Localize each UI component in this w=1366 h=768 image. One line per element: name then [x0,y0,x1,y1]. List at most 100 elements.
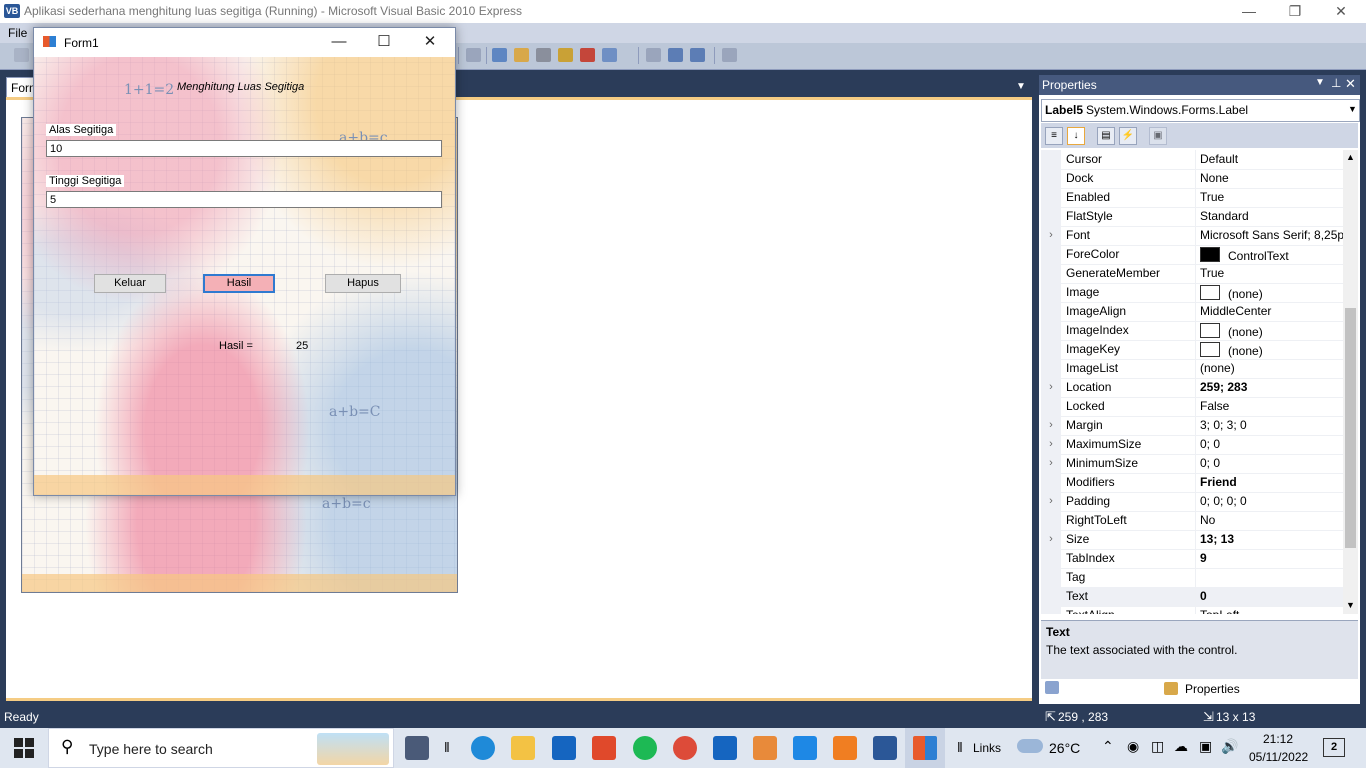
paint-icon[interactable] [753,736,777,760]
property-value[interactable]: 0; 0 [1200,456,1220,470]
property-row-size[interactable]: › Size 13; 13 [1041,530,1343,550]
property-value[interactable]: False [1200,399,1229,413]
tinggi-input[interactable]: 5 [46,191,442,208]
scroll-down-icon[interactable]: ▼ [1346,600,1355,610]
property-row-minimumsize[interactable]: › MinimumSize 0; 0 [1041,454,1343,474]
alphabetical-icon[interactable]: ↓ [1067,127,1085,145]
restore-button[interactable]: ❐ [1272,0,1318,23]
toolbar-properties-icon[interactable] [514,48,529,62]
network-icon[interactable]: ▣ [1199,738,1212,755]
property-value[interactable]: MiddleCenter [1200,304,1271,318]
property-row-imageindex[interactable]: ImageIndex (none) [1041,321,1343,341]
menu-file[interactable]: File [8,26,27,40]
vscode-icon[interactable] [793,736,817,760]
tab-solution-explorer[interactable]: Solution Explorer [1043,680,1161,698]
properties-view-icon[interactable]: ▤ [1097,127,1115,145]
property-row-flatstyle[interactable]: FlatStyle Standard [1041,207,1343,227]
property-row-font[interactable]: › Font Microsoft Sans Serif; 8,25pt [1041,226,1343,246]
toolbar-tools-icon[interactable] [536,48,551,62]
toolbar-solution-icon[interactable] [492,48,507,62]
property-row-dock[interactable]: Dock None [1041,169,1343,189]
tab-properties[interactable]: Properties [1161,680,1241,698]
property-row-cursor[interactable]: Cursor Default [1041,150,1343,170]
property-value[interactable]: Default [1200,152,1238,166]
property-row-imagealign[interactable]: ImageAlign MiddleCenter [1041,302,1343,322]
chrome-icon[interactable] [673,736,697,760]
toolbar-window-icon[interactable] [602,48,617,62]
minimize-button[interactable]: — [1226,0,1272,23]
form1-close-button[interactable]: ✕ [415,32,445,52]
show-hidden-icons-chevron-icon[interactable]: ⌃ [1102,738,1114,755]
windows-start-icon[interactable] [14,738,34,758]
property-value[interactable]: Microsoft Sans Serif; 8,25pt [1200,228,1343,242]
hapus-button[interactable]: Hapus [325,274,401,293]
toolbar-uncomment-icon[interactable] [690,48,705,62]
property-value[interactable]: 0 [1200,589,1207,603]
expand-chevron-icon[interactable]: › [1041,435,1061,454]
clock-time[interactable]: 21:12 [1263,732,1293,746]
clock-date[interactable]: 05/11/2022 [1249,750,1308,764]
taskbar-search[interactable]: ⚲ Type here to search [48,728,394,768]
events-icon[interactable]: ⚡ [1119,127,1137,145]
pin-icon[interactable]: ⊥ [1331,76,1341,90]
property-row-imagekey[interactable]: ImageKey (none) [1041,340,1343,360]
toolbar-more-icon[interactable] [722,48,737,62]
property-row-tabindex[interactable]: TabIndex 9 [1041,549,1343,569]
property-row-padding[interactable]: › Padding 0; 0; 0; 0 [1041,492,1343,512]
expand-chevron-icon[interactable]: › [1041,492,1061,511]
form1-maximize-button[interactable]: ☐ [369,32,399,52]
categorized-icon[interactable]: ≡ [1045,127,1063,145]
property-value[interactable]: 0; 0 [1200,437,1220,451]
spotify-icon[interactable] [633,736,657,760]
scroll-up-icon[interactable]: ▲ [1346,152,1355,162]
property-value[interactable]: True [1200,266,1224,280]
property-row-imagelist[interactable]: ImageList (none) [1041,359,1343,379]
property-grid-scrollbar[interactable]: ▲ ▼ [1343,150,1358,614]
property-row-maximumsize[interactable]: › MaximumSize 0; 0 [1041,435,1343,455]
chevron-down-icon[interactable]: ▼ [1348,104,1357,114]
toolbar-new-icon[interactable] [14,48,29,62]
onedrive-cloud-icon[interactable]: ☁ [1174,738,1188,755]
expand-chevron-icon[interactable]: › [1041,416,1061,435]
expand-chevron-icon[interactable]: › [1041,378,1061,397]
property-row-tag[interactable]: Tag [1041,568,1343,588]
property-row-righttoleft[interactable]: RightToLeft No [1041,511,1343,531]
object-selector[interactable]: Label5 System.Windows.Forms.Label ▼ [1041,99,1360,122]
hasil-button[interactable]: Hasil [203,274,275,293]
property-value[interactable]: True [1200,190,1224,204]
property-value[interactable]: 259; 283 [1200,380,1247,394]
property-row-textalign[interactable]: TextAlign TopLeft [1041,606,1343,614]
expand-chevron-icon[interactable]: › [1041,530,1061,549]
property-value[interactable]: (none) [1200,342,1263,358]
scroll-thumb[interactable] [1345,308,1356,548]
property-row-location[interactable]: › Location 259; 283 [1041,378,1343,398]
toolbar-step-icon[interactable] [646,48,661,62]
property-row-locked[interactable]: Locked False [1041,397,1343,417]
property-row-forecolor[interactable]: ForeColor ControlText [1041,245,1343,265]
sublime-icon[interactable] [833,736,857,760]
keluar-button[interactable]: Keluar [94,274,166,293]
property-value[interactable]: Standard [1200,209,1249,223]
mail-icon[interactable] [552,736,576,760]
visual-basic-icon[interactable] [873,736,897,760]
tray-record-icon[interactable]: ◉ [1127,738,1139,755]
file-explorer-icon[interactable] [511,736,535,760]
task-view-icon[interactable] [405,736,429,760]
edge-icon[interactable] [471,736,495,760]
property-value[interactable]: ControlText [1200,247,1289,263]
property-value[interactable]: None [1200,171,1229,185]
toolbar-comment-icon[interactable] [668,48,683,62]
links-toolbar[interactable]: Links [973,741,1001,755]
office-icon[interactable] [592,736,616,760]
property-value[interactable]: Friend [1200,475,1237,489]
property-row-text[interactable]: Text 0 [1041,587,1343,607]
property-pages-icon[interactable]: ▣ [1149,127,1167,145]
property-value[interactable]: (none) [1200,285,1263,301]
property-value[interactable]: 13; 13 [1200,532,1234,546]
toolbar-toolbox-icon[interactable] [558,48,573,62]
property-row-generatemember[interactable]: GenerateMember True [1041,264,1343,284]
property-value[interactable]: (none) [1200,361,1235,375]
property-row-image[interactable]: Image (none) [1041,283,1343,303]
property-value[interactable]: 9 [1200,551,1207,565]
close-icon[interactable]: ✕ [1345,76,1356,92]
